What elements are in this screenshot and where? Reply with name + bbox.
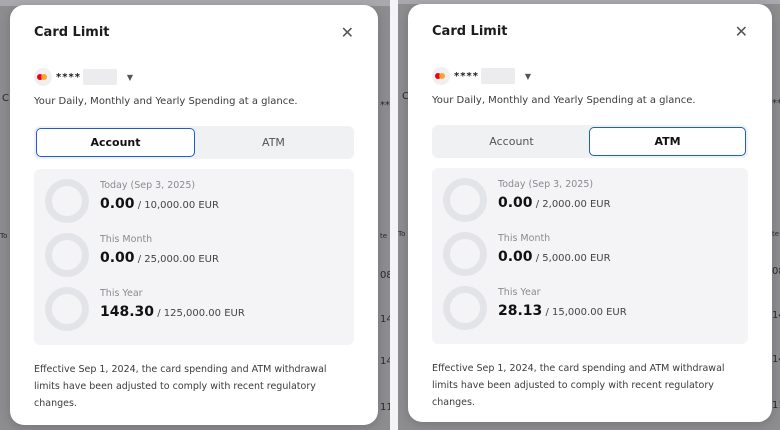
background-text: 14 [772, 310, 780, 321]
background-text: To [0, 232, 8, 240]
limit-total: / 25,000.00 EUR [137, 254, 219, 265]
background-text: 11 [772, 400, 780, 411]
card-limit-modal: Card Limit ✕ **** ▼ Your Daily, Monthly … [10, 5, 378, 425]
screenshot-divider [390, 0, 398, 430]
limit-row-year: This Year 28.13 / 15,000.00 EUR [432, 284, 748, 334]
background-text: 14 [380, 314, 390, 325]
limit-total: / 125,000.00 EUR [157, 308, 245, 319]
background-text: ** [772, 98, 780, 109]
chevron-down-icon[interactable]: ▼ [127, 73, 133, 82]
modal-title: Card Limit [432, 24, 508, 39]
limit-used: 0.00 [100, 196, 135, 212]
limit-value: 28.13 / 15,000.00 EUR [498, 303, 627, 319]
mastercard-icon [34, 68, 52, 86]
card-number: **** [454, 70, 479, 82]
chevron-down-icon[interactable]: ▼ [525, 72, 531, 81]
limit-row-year: This Year 148.30 / 125,000.00 EUR [34, 285, 354, 335]
tab-account[interactable]: Account [36, 128, 195, 157]
card-number-redacted [82, 69, 117, 85]
limit-period-label: Today (Sep 3, 2025) [100, 180, 196, 191]
close-icon[interactable]: ✕ [735, 22, 748, 41]
mastercard-icon [432, 67, 450, 85]
limit-total: / 10,000.00 EUR [137, 200, 219, 211]
limit-row-month: This Month 0.00 / 5,000.00 EUR [432, 230, 748, 280]
background-text: ** [380, 100, 390, 111]
limit-row-month: This Month 0.00 / 25,000.00 EUR [34, 231, 354, 281]
progress-ring-icon [443, 286, 487, 330]
background-text: To [398, 230, 406, 238]
limit-value: 0.00 / 25,000.00 EUR [100, 250, 219, 266]
background-text: 11 [380, 402, 390, 413]
limit-total: / 2,000.00 EUR [535, 199, 611, 210]
limit-period-label: This Year [498, 287, 541, 298]
card-limit-modal: Card Limit ✕ **** ▼ Your Daily, Monthly … [408, 4, 772, 422]
regulatory-note: Effective Sep 1, 2024, the card spending… [34, 364, 327, 409]
limit-row-today: Today (Sep 3, 2025) 0.00 / 2,000.00 EUR [432, 176, 748, 226]
background-text: C [2, 93, 9, 104]
limit-value: 148.30 / 125,000.00 EUR [100, 304, 245, 320]
tab-atm[interactable]: ATM [589, 127, 746, 156]
screenshot-account: C ** To te 08 14 14 11 Card Limit ✕ ****… [0, 0, 390, 430]
limit-used: 148.30 [100, 304, 155, 320]
progress-ring-icon [45, 179, 89, 223]
limit-value: 0.00 / 5,000.00 EUR [498, 249, 611, 265]
limit-value: 0.00 / 2,000.00 EUR [498, 195, 611, 211]
limits-list: Today (Sep 3, 2025) 0.00 / 2,000.00 EUR … [432, 168, 748, 344]
limit-type-tabs: Account ATM [34, 126, 354, 159]
regulatory-note: Effective Sep 1, 2024, the card spending… [432, 363, 725, 408]
screenshot-atm: C ** To te 08 14 14 11 Card Limit ✕ ****… [398, 0, 780, 430]
limit-value: 0.00 / 10,000.00 EUR [100, 196, 219, 212]
tab-account[interactable]: Account [434, 127, 589, 156]
card-selector[interactable]: **** ▼ [432, 67, 531, 85]
modal-subtitle: Your Daily, Monthly and Yearly Spending … [34, 96, 298, 107]
background-text: te [380, 232, 388, 240]
background-text: te [772, 230, 780, 238]
limit-period-label: This Month [100, 234, 153, 245]
limit-used: 0.00 [498, 195, 533, 211]
progress-ring-icon [443, 178, 487, 222]
background-text: 14 [380, 356, 390, 367]
close-icon[interactable]: ✕ [341, 23, 354, 42]
progress-ring-icon [45, 287, 89, 331]
background-text: 14 [772, 354, 780, 365]
limit-used: 0.00 [100, 250, 135, 266]
limit-total: / 5,000.00 EUR [535, 253, 611, 264]
progress-ring-icon [45, 233, 89, 277]
limit-period-label: This Month [498, 233, 551, 244]
background-text: 08 [772, 266, 780, 277]
limit-period-label: Today (Sep 3, 2025) [498, 179, 594, 190]
limit-total: / 15,000.00 EUR [545, 307, 627, 318]
limit-used: 0.00 [498, 249, 533, 265]
limit-row-today: Today (Sep 3, 2025) 0.00 / 10,000.00 EUR [34, 177, 354, 227]
card-selector[interactable]: **** ▼ [34, 68, 133, 86]
card-number: **** [56, 71, 81, 83]
limits-list: Today (Sep 3, 2025) 0.00 / 10,000.00 EUR… [34, 169, 354, 345]
tab-atm[interactable]: ATM [195, 128, 352, 157]
limit-period-label: This Year [100, 288, 143, 299]
background-text: 08 [380, 270, 390, 281]
limit-type-tabs: Account ATM [432, 125, 748, 158]
card-number-redacted [480, 68, 515, 84]
modal-title: Card Limit [34, 25, 110, 40]
limit-used: 28.13 [498, 303, 543, 319]
modal-subtitle: Your Daily, Monthly and Yearly Spending … [432, 95, 696, 106]
progress-ring-icon [443, 232, 487, 276]
